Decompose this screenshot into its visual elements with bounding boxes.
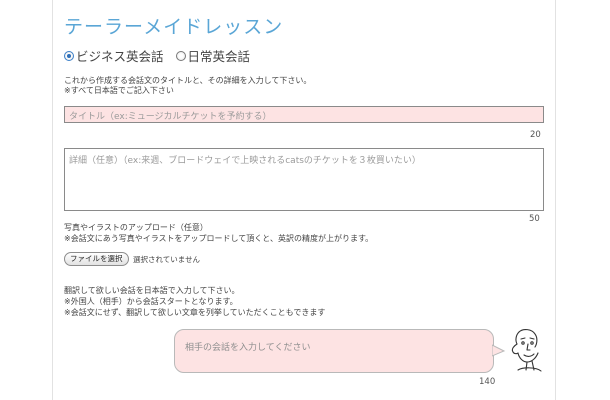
- radio-business-english[interactable]: ビジネス英会話: [64, 46, 164, 65]
- detail-char-counter: 50: [529, 214, 540, 224]
- title-char-counter: 20: [530, 130, 541, 140]
- instruction-note: ※すべて日本語でご記入下さい: [64, 86, 174, 95]
- file-status-text: 選択されていません: [133, 255, 201, 264]
- upload-heading: 写真やイラストのアップロード（任意）: [64, 223, 208, 232]
- radio-checked-icon[interactable]: [64, 50, 74, 61]
- upload-note: ※会話文にあう写真やイラストをアップロードして頂くと、英訳の精度が上がります。: [64, 234, 374, 243]
- radio-daily-english-label[interactable]: 日常英会話: [188, 46, 251, 65]
- partner-message-char-counter: 140: [479, 377, 496, 387]
- instruction-text: これから作成する会話文のタイトルと、その詳細を入力して下さい。: [64, 76, 312, 85]
- bubble-tail-icon: [492, 344, 506, 357]
- page-title: テーラーメイドレッスン: [64, 16, 284, 38]
- title-input[interactable]: タイトル（ex:ミュージカルチケットを予約する）: [64, 106, 544, 123]
- translation-note-partner-start: ※外国人（相手）から会話スタートとなります。: [64, 297, 238, 306]
- translation-note-list: ※会話文にせず、翻訳して欲しい文章を列挙していただくこともできます: [64, 308, 326, 317]
- partner-message-input[interactable]: 相手の会話を入力してください: [174, 329, 494, 373]
- lesson-type-radio-group: ビジネス英会話 日常英会話: [64, 46, 250, 65]
- radio-daily-english[interactable]: 日常英会話: [175, 46, 251, 65]
- translation-instruction: 翻訳して欲しい会話を日本語で入力して下さい。: [64, 286, 240, 295]
- detail-textarea[interactable]: 詳細（任意）（ex:来週、ブロードウェイで上映されるcatsのチケットを３枚買い…: [64, 148, 544, 211]
- partner-face-sketch-icon: [511, 329, 542, 372]
- choose-file-button[interactable]: ファイルを選択: [64, 252, 129, 266]
- radio-business-english-label[interactable]: ビジネス英会話: [76, 46, 164, 65]
- radio-unchecked-icon[interactable]: [175, 50, 186, 61]
